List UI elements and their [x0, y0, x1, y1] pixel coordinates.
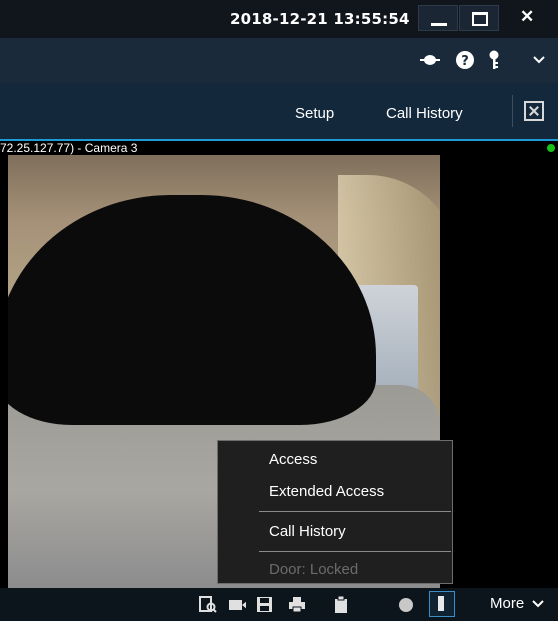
close-icon: ✕: [520, 7, 535, 26]
chevron-down-icon[interactable]: [533, 56, 545, 64]
print-icon[interactable]: [288, 596, 306, 613]
fullscreen-icon[interactable]: [524, 101, 544, 121]
save-icon[interactable]: [256, 596, 274, 613]
call-history-link[interactable]: Call History: [386, 105, 463, 122]
svg-text:?: ?: [461, 54, 469, 69]
connection-icon[interactable]: [420, 53, 440, 67]
datetime-display: 2018-12-21 13:55:54: [230, 10, 410, 28]
setup-link[interactable]: Setup: [295, 105, 334, 122]
context-menu: Access Extended Access Call History Door…: [217, 440, 453, 584]
menu-item-door-status: Door: Locked: [269, 561, 359, 578]
camera-view[interactable]: 72.25.127.77) - Camera 3 Access Extended…: [0, 141, 558, 588]
menu-item-extended-access[interactable]: Extended Access: [269, 483, 384, 500]
secondary-toolbar: ?: [0, 38, 558, 83]
search-frame-icon[interactable]: [199, 596, 217, 613]
close-button[interactable]: ✕: [500, 5, 558, 31]
menu-item-access[interactable]: Access: [269, 451, 317, 468]
chevron-down-icon: [532, 600, 545, 608]
camera-title: 72.25.127.77) - Camera 3: [0, 141, 138, 155]
menu-separator: [259, 511, 451, 512]
title-bar: 2018-12-21 13:55:54 ✕: [0, 0, 558, 38]
bottom-toolbar: More: [0, 588, 558, 621]
menu-separator: [259, 551, 451, 552]
door-icon[interactable]: [429, 591, 455, 617]
clipboard-icon[interactable]: [334, 596, 352, 613]
minimize-button[interactable]: [418, 5, 458, 31]
record-icon[interactable]: [398, 596, 416, 613]
nav-bar: Setup Call History: [0, 83, 558, 139]
more-button[interactable]: More: [490, 595, 545, 612]
key-icon[interactable]: [488, 50, 500, 70]
more-label: More: [490, 595, 525, 612]
nav-divider: [512, 95, 513, 127]
status-indicator: [547, 144, 555, 152]
menu-item-call-history[interactable]: Call History: [269, 523, 346, 540]
video-lens: [8, 195, 376, 425]
help-icon[interactable]: ?: [456, 51, 474, 69]
video-camera-icon[interactable]: [228, 596, 246, 613]
maximize-button[interactable]: [459, 5, 499, 31]
